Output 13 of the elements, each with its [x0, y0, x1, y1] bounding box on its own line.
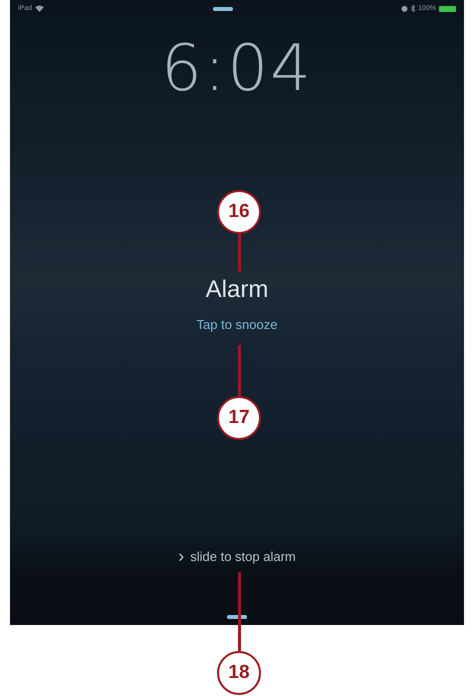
wifi-icon: [35, 5, 44, 12]
alarm-title: Alarm: [206, 276, 268, 304]
leader-line: [238, 345, 241, 396]
slide-hint: slide to stop alarm: [190, 549, 296, 564]
callout-number: 18: [217, 651, 261, 695]
snooze-link[interactable]: Tap to snooze: [196, 317, 278, 332]
battery-icon: [438, 6, 456, 12]
leader-line: [238, 234, 241, 272]
alarm-clock-icon: [401, 5, 408, 12]
clock-time: 6:04: [161, 32, 313, 106]
slide-arrow[interactable]: ›: [178, 550, 184, 563]
notification-handle[interactable]: [212, 6, 233, 10]
bluetooth-icon: [411, 5, 416, 12]
